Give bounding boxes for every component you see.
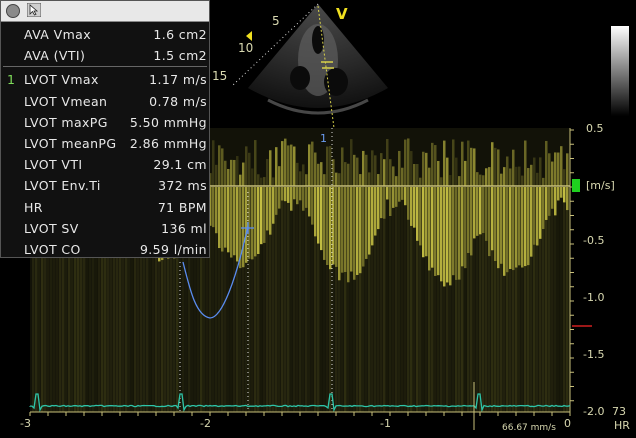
measurement-row[interactable]: AVA (VTI) 1.5 cm2	[1, 45, 209, 66]
measurement-label: AVA Vmax	[24, 27, 92, 42]
measurement-value: 9.59 l/min	[139, 242, 207, 257]
pointer-cursor-icon[interactable]	[27, 3, 41, 17]
measurement-row[interactable]: LVOT VTI 29.1 cm	[1, 154, 209, 175]
measurement-label: LVOT Env.Ti	[24, 178, 101, 194]
velocity-tick-neg0.5: -0.5	[583, 234, 604, 247]
time-tick-neg2: -2	[200, 417, 211, 430]
velocity-scale-ticks	[570, 129, 574, 402]
time-tick-0: 0	[564, 417, 571, 430]
hr-value: 73	[612, 405, 626, 418]
depth-label-10: 10	[238, 41, 253, 55]
measurement-value: 2.86 mmHg	[129, 136, 207, 151]
measurement-label: LVOT meanPG	[24, 136, 117, 151]
panel-header	[1, 1, 209, 22]
measurement-label: LVOT CO	[24, 242, 81, 257]
time-tick-neg1: -1	[380, 417, 391, 430]
measurement-index: 1	[7, 72, 15, 88]
cursor-index-label: 1	[320, 132, 327, 145]
measurement-value: 372 ms	[158, 178, 207, 194]
measurement-panel: AVA Vmax 1.6 cm2 AVA (VTI) 1.5 cm2 1 LVOT Vma…	[0, 0, 210, 258]
measurement-row[interactable]: HR 71 BPM	[1, 197, 209, 218]
measurement-label: LVOT Vmax	[24, 72, 99, 88]
record-circle-icon[interactable]	[6, 4, 20, 18]
panel-separator	[3, 66, 207, 68]
measurement-value: 1.5 cm2	[153, 48, 207, 64]
measurement-row[interactable]: LVOT CO 9.59 l/min	[1, 239, 209, 260]
hr-label: HR	[614, 419, 630, 432]
measurement-row[interactable]: LVOT SV 136 ml	[1, 218, 209, 239]
measurement-value: 71 BPM	[157, 199, 207, 215]
focus-marker-icon	[246, 31, 252, 41]
velocity-tick-neg2.0: -2.0	[583, 405, 604, 418]
measurement-label: LVOT Vmean	[24, 93, 108, 109]
measurement-label: LVOT maxPG	[24, 114, 108, 130]
measurement-label: AVA (VTI)	[24, 48, 86, 64]
measurement-label: LVOT SV	[24, 220, 79, 236]
probe-orientation-marker: V	[336, 5, 348, 23]
grayscale-bar	[611, 26, 629, 116]
measurement-label: LVOT VTI	[24, 157, 83, 173]
velocity-tick-neg1.5: -1.5	[583, 348, 604, 361]
measurement-label: HR	[24, 199, 43, 215]
time-tick-neg3: -3	[20, 417, 31, 430]
measurement-row[interactable]: LVOT maxPG 5.50 mmHg	[1, 112, 209, 133]
depth-label-5: 5	[272, 14, 280, 28]
velocity-unit-label: [m/s]	[586, 179, 615, 192]
measurement-value: 1.17 m/s	[149, 72, 207, 88]
measurement-row[interactable]: LVOT meanPG 2.86 mmHg	[1, 133, 209, 154]
measurement-value: 0.78 m/s	[149, 93, 207, 109]
measurement-row[interactable]: LVOT Env.Ti 372 ms	[1, 175, 209, 196]
measurement-row[interactable]: LVOT Vmean 0.78 m/s	[1, 91, 209, 112]
baseline-indicator[interactable]	[572, 179, 580, 192]
measurement-value: 1.6 cm2	[153, 27, 207, 42]
depth-label-15: 15	[212, 69, 227, 83]
velocity-tick-neg1.0: -1.0	[583, 291, 604, 304]
echo-sector-image	[231, 3, 388, 115]
measurement-row[interactable]: AVA Vmax 1.6 cm2	[1, 24, 209, 45]
measurement-row[interactable]: 1 LVOT Vmax 1.17 m/s	[1, 69, 209, 90]
sweep-speed-label: 66.67 mm/s	[502, 423, 556, 433]
measurement-value: 136 ml	[161, 220, 207, 236]
time-axis-ticks	[29, 412, 571, 416]
velocity-tick-0.5: 0.5	[586, 122, 604, 135]
measurement-value: 29.1 cm	[153, 157, 207, 173]
measurement-value: 5.50 mmHg	[129, 114, 207, 130]
